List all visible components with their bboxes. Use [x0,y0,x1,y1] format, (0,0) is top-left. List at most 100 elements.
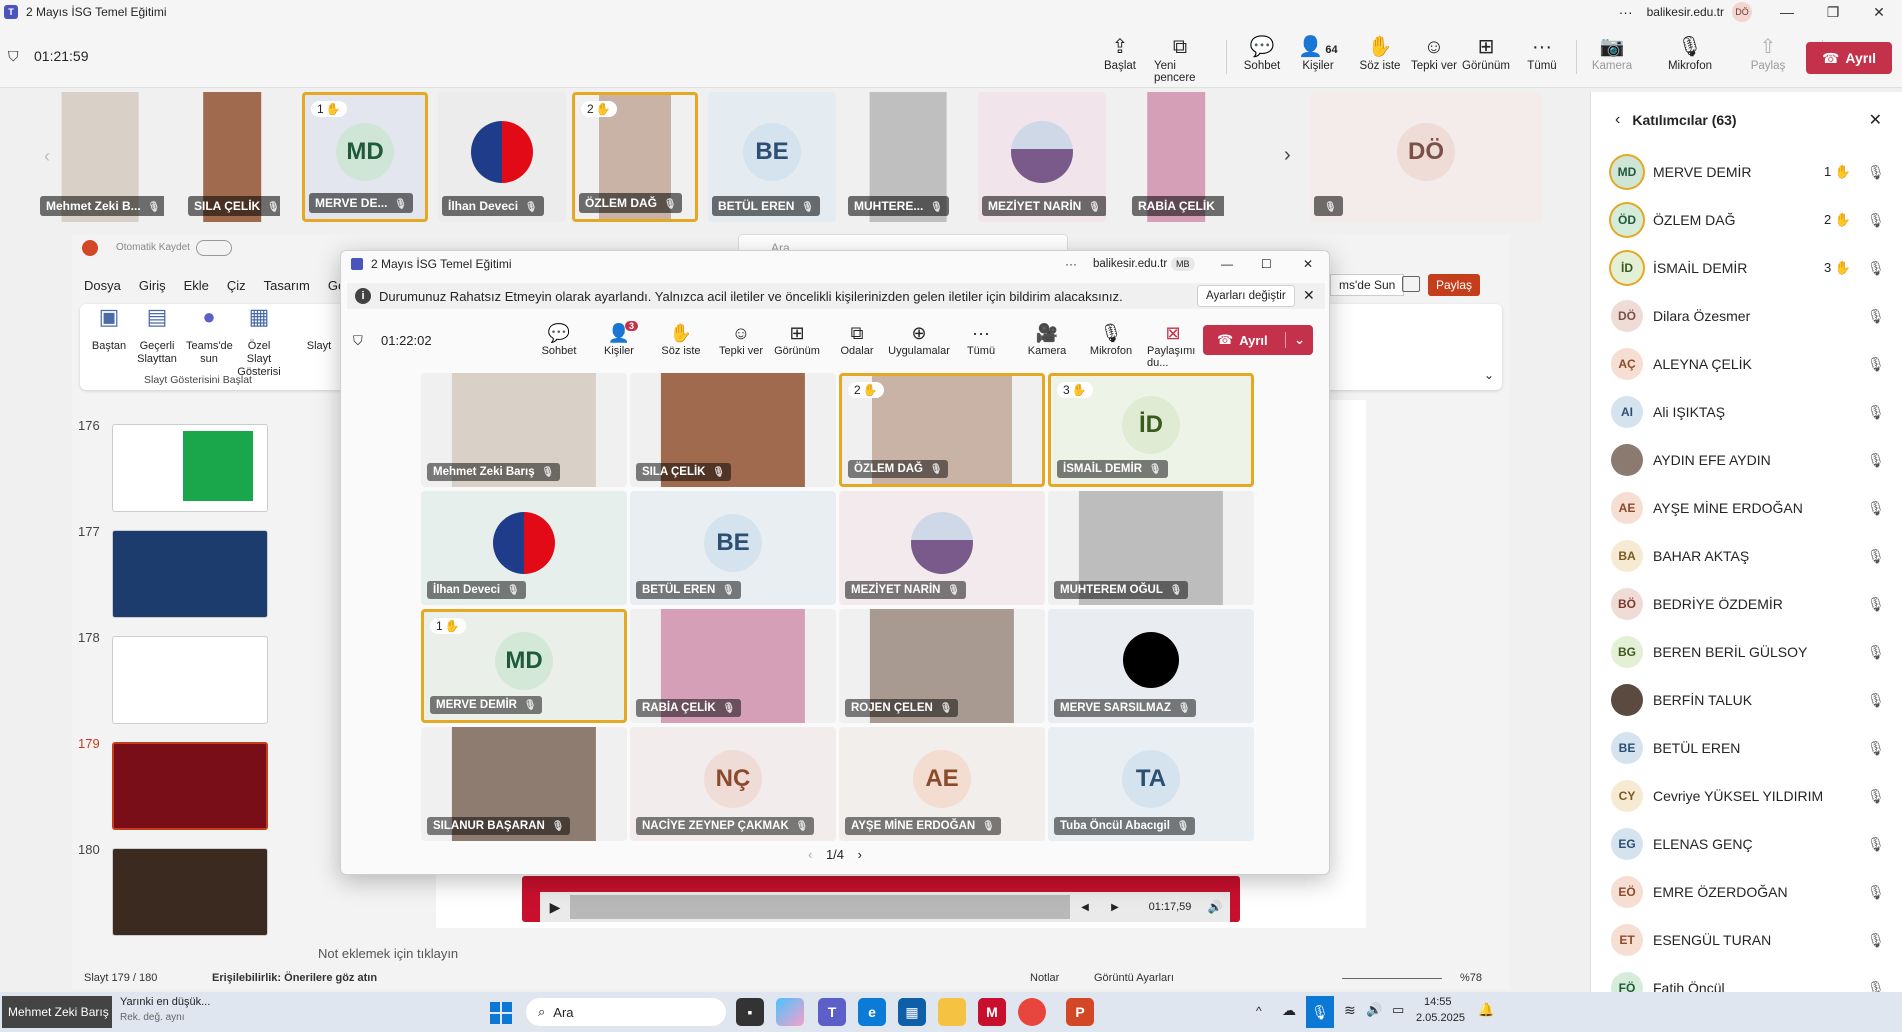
step-back-icon[interactable]: ◀ [1070,902,1100,913]
participant-row[interactable]: AE AYŞE MİNE ERDOĞAN 🎙 [1611,488,1885,528]
popup-people-button[interactable]: 👤 3 Kişiler [593,321,645,357]
ribbon-from-beginning-button[interactable]: ▣ Baştan [86,306,132,353]
wifi-icon[interactable]: ≋ [1344,1002,1356,1019]
participant-row[interactable]: BÖ BEDRİYE ÖZDEMİR 🎙 [1611,584,1885,624]
popup-minimize-button[interactable]: — [1221,257,1233,271]
tray-chevron-icon[interactable]: ^ [1256,1004,1262,1018]
mic-off-icon[interactable]: 🎙 [1867,404,1885,421]
gallery-tile[interactable]: MEZİYET NARİN 🎙 [839,491,1045,605]
gallery-tile[interactable]: MD 1 ✋ MERVE DEMİR 🎙 [421,609,627,723]
toolbar-share-button[interactable]: ⇧ Paylaş [1742,34,1794,72]
toolbar-reaction-button[interactable]: ☺ Tepki ver [1408,34,1460,72]
start-icon[interactable] [490,1002,512,1024]
participant-row[interactable]: BG BEREN BERİL GÜLSOY 🎙 [1611,632,1885,672]
volume-tray-icon[interactable]: 🔊 [1366,1002,1382,1018]
mic-off-icon[interactable]: 🎙 [1867,548,1885,565]
edge-icon[interactable]: e [858,998,886,1026]
strip-tile[interactable]: MUHTERE... 🎙 [844,92,972,222]
store-icon[interactable]: ▦ [898,998,926,1026]
play-icon[interactable]: ▶ [540,899,570,916]
ribbon-slide-button[interactable]: Slayt [296,310,342,353]
popup-more-icon[interactable]: ··· [1065,257,1077,271]
gallery-tile[interactable]: Mehmet Zeki Barış 🎙 [421,373,627,487]
dismiss-notification-icon[interactable]: ✕ [1303,287,1315,304]
gallery-tile[interactable]: ROJEN ÇELEN 🎙 [839,609,1045,723]
ribbon-collapse-icon[interactable]: ⌄ [1484,368,1494,382]
onedrive-icon[interactable]: ☁ [1282,1002,1296,1019]
strip-tile[interactable]: BE BETÜL EREN 🎙 [708,92,836,222]
minimize-button[interactable]: — [1764,4,1810,20]
slide-thumbnail[interactable] [112,636,268,724]
ribbon-teams-present-button[interactable]: ● Teams'de sun [186,306,233,366]
toolbar-camera-off-button[interactable]: 📷 Kamera [1586,34,1638,72]
mic-off-icon[interactable]: 🎙 [1867,260,1885,277]
strip-tile[interactable]: RABİA ÇELİK 🎙 [1128,92,1224,222]
mic-off-icon[interactable]: 🎙 [1867,356,1885,373]
popup-rooms-button[interactable]: ⧉ Odalar [831,321,883,357]
zoom-slider[interactable] [1342,978,1442,979]
participant-row[interactable]: AYDIN EFE AYDIN 🎙 [1611,440,1885,480]
popup-camera-button[interactable]: 🎥 Kamera [1021,321,1073,357]
clock-time[interactable]: 14:55 [1424,996,1452,1008]
mic-tray-icon[interactable]: 🎙 [1306,996,1334,1028]
popup-close-button[interactable]: ✕ [1303,257,1313,271]
participant-row[interactable]: EG ELENAS GENÇ 🎙 [1611,824,1885,864]
toolbar-more-button[interactable]: ··· Tümü [1516,34,1568,72]
display-settings-button[interactable]: Görüntü Ayarları [1094,972,1174,984]
mic-off-icon[interactable]: 🎙 [1867,836,1885,853]
taskbar-search-input[interactable]: ⌕ Ara [526,998,726,1026]
mic-off-icon[interactable]: 🎙 [1867,932,1885,949]
popup-chat-button[interactable]: 💬 Sohbet [533,321,585,357]
toolbar-view-button[interactable]: ⊞ Görünüm [1460,34,1512,72]
gallery-tile[interactable]: İD 3 ✋ İSMAİL DEMİR 🎙 [1048,373,1254,487]
autosave-toggle[interactable] [196,240,232,256]
participant-row[interactable]: AÇ ALEYNA ÇELİK 🎙 [1611,344,1885,384]
popup-reaction-button[interactable]: ☺ Tepki ver [715,321,767,357]
ribbon-from-current-button[interactable]: ▤ Geçerli Slayttan [134,306,180,366]
gallery-tile[interactable]: AE AYŞE MİNE ERDOĞAN 🎙 [839,727,1045,841]
pager-prev-icon[interactable]: ‹ [808,847,812,862]
task-view-icon[interactable]: ▪ [736,998,764,1026]
participant-row[interactable]: AI Ali IŞIKTAŞ 🎙 [1611,392,1885,432]
present-in-teams-button[interactable]: ms'de Sun [1330,274,1405,296]
battery-icon[interactable]: ▭ [1392,1002,1404,1018]
popup-maximize-button[interactable]: ☐ [1261,257,1272,271]
participant-row[interactable]: DÖ Dilara Özesmer 🎙 [1611,296,1885,336]
strip-tile[interactable]: 2 ✋ ÖZLEM DAĞ 🎙 [572,92,698,222]
pager-next-icon[interactable]: › [858,847,862,862]
popup-apps-button[interactable]: ⊕ Uygulamalar [888,321,950,357]
strip-tile[interactable]: Mehmet Zeki B... 🎙 [36,92,164,222]
gallery-tile[interactable]: TA Tuba Öncül Abacıgil 🎙 [1048,727,1254,841]
gallery-tile[interactable]: RABİA ÇELİK 🎙 [630,609,836,723]
more-options-icon[interactable]: ··· [1619,4,1633,20]
participant-row[interactable]: BA BAHAR AKTAŞ 🎙 [1611,536,1885,576]
gallery-tile[interactable]: İlhan Deveci 🎙 [421,491,627,605]
accessibility-status[interactable]: Erişilebilirlik: Önerilere göz atın [212,972,377,984]
notes-toggle[interactable]: Notlar [1030,972,1059,984]
clock-date[interactable]: 2.05.2025 [1416,1012,1465,1024]
mcafee-icon[interactable]: M [978,998,1006,1026]
chrome-icon[interactable] [1018,998,1046,1026]
step-forward-icon[interactable]: ▶ [1100,902,1130,913]
popup-mic-button[interactable]: 🎙 Mikrofon [1085,321,1137,357]
slide-thumbnail[interactable] [112,530,268,618]
leave-button[interactable]: ☎ Ayrıl [1806,42,1892,74]
ppt-tab[interactable]: Ekle [184,278,209,293]
slide-thumbnail[interactable] [112,742,268,830]
gallery-tile[interactable]: 2 ✋ ÖZLEM DAĞ 🎙 [839,373,1045,487]
popup-view-button[interactable]: ⊞ Görünüm [771,321,823,357]
close-panel-icon[interactable]: ✕ [1869,110,1882,130]
mic-off-icon[interactable]: 🎙 [1867,644,1885,661]
gallery-tile[interactable]: NÇ NACİYE ZEYNEP ÇAKMAK 🎙 [630,727,836,841]
gallery-tile[interactable]: SILA ÇELİK 🎙 [630,373,836,487]
toolbar-mic-off-button[interactable]: 🎙 Mikrofon [1664,34,1716,72]
mic-off-icon[interactable]: 🎙 [1867,884,1885,901]
slide-thumbnail[interactable] [112,424,268,512]
mic-off-icon[interactable]: 🎙 [1867,308,1885,325]
leave-dropdown-icon[interactable]: ⌄ [1285,332,1305,348]
taskbar-user-tile[interactable]: Mehmet Zeki Barış [2,996,112,1028]
change-settings-button[interactable]: Ayarları değiştir [1197,285,1295,307]
toolbar-people-button[interactable]: 👤 64 Kişiler [1292,34,1344,72]
strip-tile-self[interactable]: DÖ 🎙 [1310,92,1542,222]
popup-raise-hand-button[interactable]: ✋ Söz iste [655,321,707,357]
